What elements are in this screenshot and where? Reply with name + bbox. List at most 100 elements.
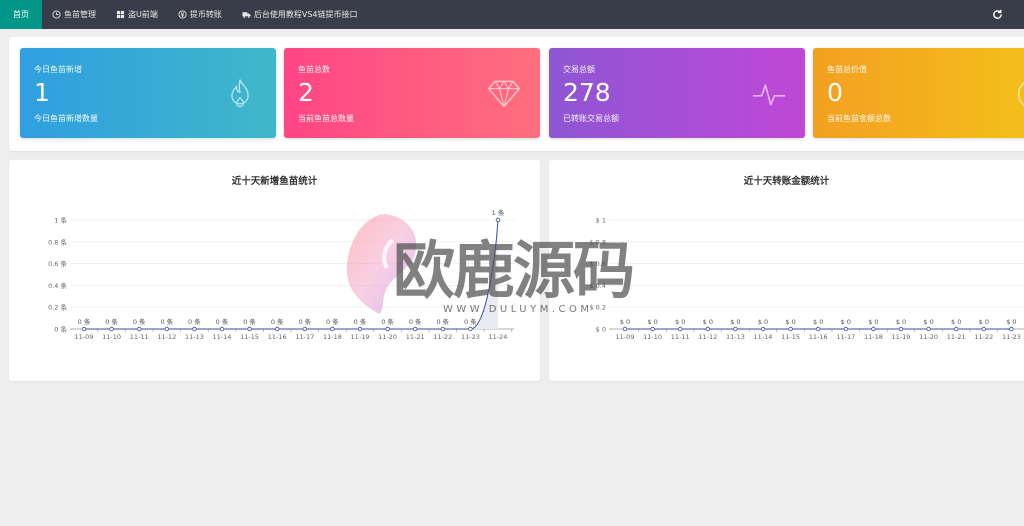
series-area bbox=[470, 220, 498, 329]
data-label: $ 0 bbox=[979, 318, 989, 326]
stat-card-fish-total: 鱼苗总数 2 当前鱼苗总数量 bbox=[284, 48, 540, 138]
data-label: 0 条 bbox=[216, 317, 229, 326]
x-tick-label: 11-22 bbox=[433, 333, 452, 341]
y-tick-label: 0.8 条 bbox=[48, 237, 67, 246]
data-point bbox=[705, 326, 710, 332]
nav-item-label: 后台使用教程VS4链提币接口 bbox=[253, 10, 358, 19]
chart-panel-new-fish: 近十天新增鱼苗统计 0 条 0.2 条 0.4 条 0.6 条 0.8 条1 条 11-0… bbox=[9, 160, 540, 381]
data-point bbox=[81, 326, 87, 332]
y-tick-label: $ 0.4 bbox=[589, 282, 606, 290]
nav-item-label: 鱼苗管理 bbox=[64, 10, 96, 19]
top-navbar: 首页 鱼苗管理 盗U前端 提币转账 后台使用教程VS4链提币接口 bbox=[0, 0, 1024, 29]
x-tick-label: 11-14 bbox=[754, 333, 773, 341]
stat-value: 0 bbox=[827, 78, 843, 107]
stat-value: 1 bbox=[34, 78, 50, 107]
stat-label: 今日鱼苗新增 bbox=[34, 65, 82, 74]
y-tick-label: 0.2 条 bbox=[48, 303, 67, 312]
data-point bbox=[926, 326, 931, 332]
nav-item-tutorial[interactable]: 后台使用教程VS4链提币接口 bbox=[232, 0, 368, 29]
data-point bbox=[760, 326, 766, 332]
data-point bbox=[109, 326, 114, 332]
stat-card-fish-value: 鱼苗总价值 0 当前鱼苗金额总数 bbox=[813, 48, 1024, 138]
data-label: $ 0 bbox=[896, 318, 906, 326]
data-label: 0 条 bbox=[188, 317, 201, 326]
data-point bbox=[275, 326, 280, 332]
data-point bbox=[871, 326, 876, 332]
data-point bbox=[495, 217, 501, 223]
data-point bbox=[981, 326, 986, 332]
x-tick-label: 11-12 bbox=[157, 333, 176, 341]
y-tick-label: 0.6 条 bbox=[48, 259, 67, 268]
x-tick-label: 11-09 bbox=[75, 333, 94, 341]
stat-label: 鱼苗总价值 bbox=[827, 65, 867, 74]
nav-item-label: 提币转账 bbox=[189, 10, 222, 19]
stat-label: 鱼苗总数 bbox=[298, 65, 330, 74]
stat-value: 2 bbox=[298, 78, 314, 107]
stat-card-today-new: 今日鱼苗新增 1 今日鱼苗新增数量 bbox=[20, 48, 276, 138]
x-tick-label: 11-11 bbox=[671, 333, 690, 341]
x-tick-label: 11-21 bbox=[406, 333, 425, 341]
data-point bbox=[247, 326, 252, 332]
data-label: 0 条 bbox=[271, 317, 284, 326]
y-tick-label: $ 0.6 bbox=[589, 260, 606, 268]
data-point bbox=[219, 326, 225, 332]
stat-value: 278 bbox=[563, 78, 611, 107]
data-point bbox=[164, 326, 169, 332]
data-label: $ 0 bbox=[620, 318, 630, 326]
data-point bbox=[302, 326, 307, 332]
pulse-icon bbox=[752, 84, 786, 106]
data-label: $ 0 bbox=[785, 318, 795, 326]
data-point bbox=[677, 326, 683, 332]
stats-panel: 今日鱼苗新增 1 今日鱼苗新增数量 鱼苗总数 2 当前鱼苗总数量 交易总额 27… bbox=[9, 37, 1024, 151]
data-point bbox=[622, 326, 628, 332]
stat-subtitle: 当前鱼苗总数量 bbox=[298, 114, 354, 123]
data-label: 0 条 bbox=[326, 317, 339, 326]
data-label: 0 条 bbox=[298, 317, 311, 326]
data-label: $ 0 bbox=[675, 318, 685, 326]
clock-icon bbox=[52, 10, 61, 19]
data-label: $ 0 bbox=[1006, 318, 1016, 326]
data-label: 0 条 bbox=[243, 317, 256, 326]
x-tick-label: 11-23 bbox=[461, 333, 480, 341]
data-label: 0 条 bbox=[381, 317, 394, 326]
data-point bbox=[385, 326, 390, 332]
x-tick-label: 11-18 bbox=[323, 333, 342, 341]
x-tick-label: 11-23 bbox=[1002, 333, 1021, 341]
x-tick-label: 11-18 bbox=[864, 333, 883, 341]
data-point bbox=[136, 326, 142, 332]
new-fish-line-chart: 0 条 0.2 条 0.4 条 0.6 条 0.8 条 1 条 11-09 11-10 11-1… bbox=[48, 208, 514, 341]
nav-item-withdraw[interactable]: 提币转账 bbox=[168, 0, 232, 29]
data-label: $ 0 bbox=[841, 318, 851, 326]
series-line bbox=[84, 219, 499, 330]
data-point bbox=[440, 326, 445, 332]
x-tick-label: 11-15 bbox=[781, 333, 800, 341]
nav-item-frontend[interactable]: 盗U前端 bbox=[106, 0, 168, 29]
transfer-amount-line-chart: $ 0 $ 0.2 $ 0.4 $ 0.6 $ 0.8 $ 1 11-09 11-10 11-1… bbox=[589, 217, 1024, 341]
x-tick-label: 11-16 bbox=[268, 333, 287, 341]
data-label: 0 条 bbox=[436, 317, 449, 326]
x-tick-label: 11-11 bbox=[130, 333, 149, 341]
diamond-icon bbox=[487, 80, 521, 108]
y-tick-label: $ 0 bbox=[596, 326, 606, 334]
flame-icon bbox=[231, 79, 249, 108]
nav-item-home[interactable]: 首页 bbox=[0, 0, 42, 29]
refresh-icon[interactable] bbox=[992, 9, 1003, 20]
x-tick-label: 11-10 bbox=[102, 333, 121, 341]
nav-item-label: 盗U前端 bbox=[128, 10, 158, 19]
x-tick-label: 11-14 bbox=[213, 333, 232, 341]
truck-icon bbox=[242, 10, 251, 19]
x-tick-label: 11-17 bbox=[295, 333, 314, 341]
y-tick-label: $ 0.2 bbox=[589, 304, 606, 312]
x-tick-label: 11-20 bbox=[378, 333, 397, 341]
yen-coin-icon bbox=[178, 10, 187, 19]
x-tick-label: 11-24 bbox=[489, 333, 508, 341]
y-tick-label: 1 条 bbox=[54, 216, 67, 225]
coin-icon bbox=[1017, 81, 1024, 107]
nav-item-fish-management[interactable]: 鱼苗管理 bbox=[42, 0, 106, 29]
x-tick-label: 11-17 bbox=[836, 333, 855, 341]
x-tick-label: 11-12 bbox=[698, 333, 717, 341]
stat-subtitle: 当前鱼苗金额总数 bbox=[827, 114, 891, 123]
data-point bbox=[468, 326, 473, 332]
x-tick-label: 11-13 bbox=[185, 333, 204, 341]
stat-subtitle: 已转账交易总额 bbox=[563, 114, 619, 123]
